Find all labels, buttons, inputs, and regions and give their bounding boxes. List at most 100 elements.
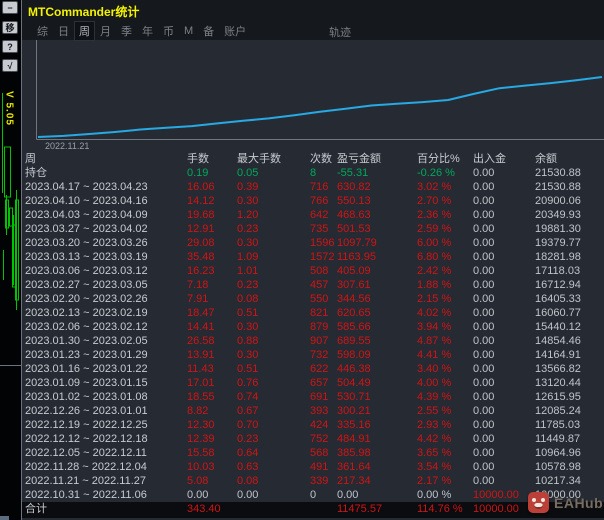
cell-lots: 12.30 xyxy=(187,419,215,431)
table-row[interactable]: 2023.01.02 ~ 2023.01.08 18.55 0.74 691 530.7… xyxy=(22,390,604,404)
check-button[interactable]: √ xyxy=(2,59,18,72)
background-window-strip: − 移 ? √ V 5.05 xyxy=(0,0,22,520)
cell-balance: 18281.98 xyxy=(535,251,581,263)
cell-pnl: 501.53 xyxy=(337,223,371,235)
cell-inout: 0.00 xyxy=(473,461,495,473)
table-row[interactable]: 2023.01.23 ~ 2023.01.29 13.91 0.30 732 598.0… xyxy=(22,348,604,362)
cell-balance: 16405.33 xyxy=(535,293,581,305)
table-row[interactable]: 2023.01.16 ~ 2023.01.22 11.43 0.51 622 446.3… xyxy=(22,362,604,376)
move-button[interactable]: 移 xyxy=(2,21,18,34)
cell-balance: 10578.98 xyxy=(535,461,581,473)
menu-item-月[interactable]: 月 xyxy=(96,22,115,40)
cell-balance: 13566.82 xyxy=(535,363,581,375)
cell-pct: 2.59 % xyxy=(417,223,452,235)
cell-max_lots: 0.30 xyxy=(237,349,259,361)
equity-line xyxy=(37,76,603,138)
table-row[interactable]: 2022.11.28 ~ 2022.12.04 10.03 0.63 491 361.6… xyxy=(22,460,604,474)
table-row[interactable]: 2022.12.19 ~ 2022.12.25 12.30 0.70 424 335.1… xyxy=(22,418,604,432)
column-header: 次数 xyxy=(310,153,332,165)
cell-pct: 3.65 % xyxy=(417,447,452,459)
cell-period: 2022.10.31 ~ 2022.11.06 xyxy=(25,489,147,501)
cell-period: 2022.11.21 ~ 2022.11.27 xyxy=(25,475,147,487)
cell-lots: 14.12 xyxy=(187,195,215,207)
help-button[interactable]: ? xyxy=(2,40,18,53)
cell-max_lots: 0.23 xyxy=(237,433,259,445)
table-row[interactable]: 2022.11.21 ~ 2022.11.27 5.08 0.08 339 217.34… xyxy=(22,474,604,488)
minimize-button[interactable]: − xyxy=(2,1,18,14)
cell-period: 2023.02.27 ~ 2023.03.05 xyxy=(25,279,148,291)
cell-balance: 19881.30 xyxy=(535,223,581,235)
table-row[interactable]: 2022.12.26 ~ 2023.01.01 8.82 0.67 393 300.21… xyxy=(22,404,604,418)
cell-pnl: 504.49 xyxy=(337,377,371,389)
cell-trades: 879 xyxy=(310,321,329,333)
cell-inout: 0.00 xyxy=(473,279,495,291)
menu-item-周[interactable]: 周 xyxy=(75,22,94,40)
cell-pct: 4.00 % xyxy=(417,377,452,389)
column-header: 盈亏金额 xyxy=(337,153,381,165)
cell-pct: 4.02 % xyxy=(417,307,452,319)
cell-pct: 2.42 % xyxy=(417,265,452,277)
cell-pnl: -55.31 xyxy=(337,167,369,179)
cell-pct: 4.41 % xyxy=(417,349,452,361)
table-row[interactable]: 2023.03.13 ~ 2023.03.19 35.48 1.09 1572 1163… xyxy=(22,250,604,264)
cell-balance: 15440.12 xyxy=(535,321,581,333)
menu-item-币[interactable]: 币 xyxy=(159,22,178,40)
table-row[interactable]: 2023.03.27 ~ 2023.04.02 12.91 0.23 735 501.5… xyxy=(22,222,604,236)
x-axis-start-label: 2022.11.21 xyxy=(45,141,89,151)
menu-item-综[interactable]: 综 xyxy=(33,22,52,40)
cell-pct: 2.36 % xyxy=(417,209,452,221)
cell-balance: 19379.77 xyxy=(535,237,581,249)
cell-lots: 16.23 xyxy=(187,265,215,277)
table-row[interactable]: 2023.02.13 ~ 2023.02.19 18.47 0.51 821 620.6… xyxy=(22,306,604,320)
table-row[interactable]: 持仓 0.19 0.05 8 -55.31 -0.26 % 0.00 21530.88 xyxy=(22,166,604,180)
table-row[interactable]: 2023.01.09 ~ 2023.01.15 17.01 0.76 657 504.4… xyxy=(22,376,604,390)
cell-pnl: 598.09 xyxy=(337,349,371,361)
cell-pnl: 1163.95 xyxy=(337,251,376,263)
cell-pnl: 361.64 xyxy=(337,461,371,473)
cell-max_lots: 0.00 xyxy=(237,489,259,501)
menu-item-备[interactable]: 备 xyxy=(199,22,218,40)
table-row[interactable]: 2023.04.03 ~ 2023.04.09 19.68 1.20 642 468.6… xyxy=(22,208,604,222)
menu-item-季[interactable]: 季 xyxy=(117,22,136,40)
table-row[interactable]: 2022.10.31 ~ 2022.11.06 0.00 0.00 0 0.00 0.00… xyxy=(22,488,604,502)
menu-item-M[interactable]: M xyxy=(180,24,197,38)
total-row[interactable]: 合计 343.40 11475.57 114.76 % 10000.00 xyxy=(22,502,604,518)
table-row[interactable]: 2022.12.05 ~ 2022.12.11 15.58 0.64 568 385.9… xyxy=(22,446,604,460)
table-row[interactable]: 2023.04.17 ~ 2023.04.23 16.06 0.39 716 630.8… xyxy=(22,180,604,194)
cell-inout: 0.00 xyxy=(473,293,495,305)
cell-max_lots xyxy=(237,502,310,518)
table-row[interactable]: 2023.01.30 ~ 2023.02.05 26.58 0.88 907 689.5… xyxy=(22,334,604,348)
menu-item-年[interactable]: 年 xyxy=(138,22,157,40)
menu-item-账户[interactable]: 账户 xyxy=(220,22,250,40)
cell-max_lots: 0.08 xyxy=(237,475,259,487)
cell-lots: 0.19 xyxy=(187,167,209,179)
cell-balance: 10217.34 xyxy=(535,475,581,487)
cell-trades: 1572 xyxy=(310,251,335,263)
menu-item-日[interactable]: 日 xyxy=(54,22,73,40)
table-row[interactable]: 2023.03.06 ~ 2023.03.12 16.23 1.01 508 405.0… xyxy=(22,264,604,278)
cell-period: 2023.01.16 ~ 2023.01.22 xyxy=(25,363,148,375)
menu-item-track[interactable]: 轨迹 xyxy=(325,23,355,41)
cell-lots: 17.01 xyxy=(187,377,215,389)
cell-inout: 0.00 xyxy=(473,209,495,221)
cell-balance: 13120.44 xyxy=(535,377,581,389)
cell-pnl: 11475.57 xyxy=(337,503,383,515)
cell-inout: 10000.00 xyxy=(473,489,519,501)
table-row[interactable]: 2023.02.06 ~ 2023.02.12 14.41 0.30 879 585.6… xyxy=(22,320,604,334)
table-row[interactable]: 2023.02.27 ~ 2023.03.05 7.18 0.23 457 307.61… xyxy=(22,278,604,292)
table-row[interactable]: 2023.03.20 ~ 2023.03.26 29.08 0.30 1596 1097… xyxy=(22,236,604,250)
table-row[interactable]: 2022.12.12 ~ 2022.12.18 12.39 0.23 752 484.9… xyxy=(22,432,604,446)
cell-lots: 19.68 xyxy=(187,209,215,221)
statistics-window: MTCommander统计 综日周月季年币 M 备账户 轨迹 2022.11.21 … xyxy=(22,0,604,520)
cell-lots: 8.82 xyxy=(187,405,209,417)
cell-pct: 2.70 % xyxy=(417,195,452,207)
cell-period: 2023.02.06 ~ 2023.02.12 xyxy=(25,321,148,333)
cell-period: 2023.03.20 ~ 2023.03.26 xyxy=(25,237,148,249)
cell-pnl: 550.13 xyxy=(337,195,371,207)
window-title: MTCommander统计 xyxy=(28,5,140,19)
table-row[interactable]: 2023.02.20 ~ 2023.02.26 7.91 0.08 550 344.56… xyxy=(22,292,604,306)
cell-pct: 3.94 % xyxy=(417,321,452,333)
cell-pct: 2.15 % xyxy=(417,293,452,305)
table-row[interactable]: 2023.04.10 ~ 2023.04.16 14.12 0.30 766 550.1… xyxy=(22,194,604,208)
cell-period: 2023.01.30 ~ 2023.02.05 xyxy=(25,335,148,347)
